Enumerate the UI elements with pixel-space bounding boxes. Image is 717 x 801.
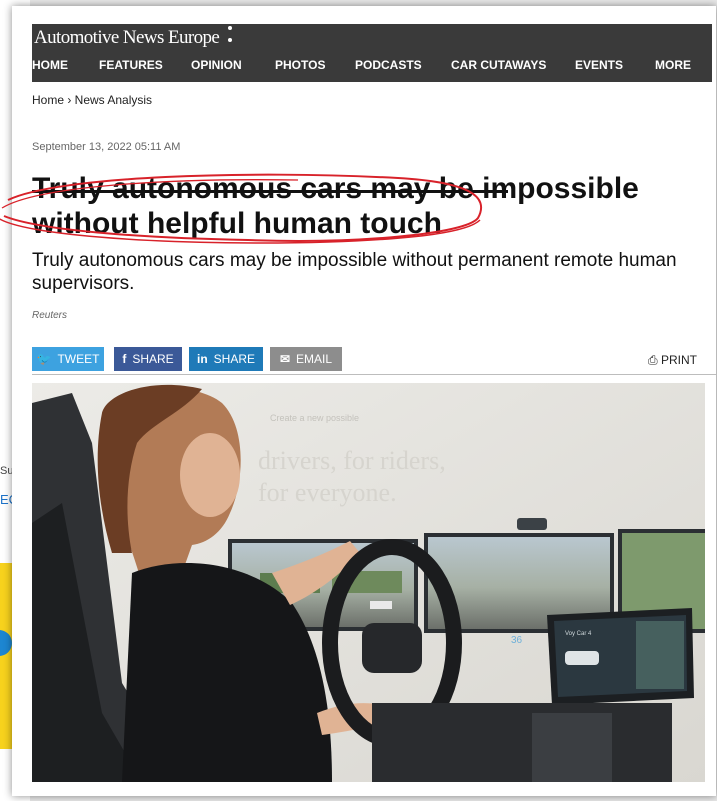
linkedin-share-button[interactable]: in SHARE [189, 347, 263, 371]
logo-dot-icon [228, 26, 232, 30]
nav-events[interactable]: EVENTS [575, 58, 623, 72]
share-bar: 🐦 TWEET f SHARE in SHARE ✉ EMAIL [32, 347, 716, 371]
article-deck: Truly autonomous cars may be impossible … [32, 250, 677, 294]
facebook-icon: f [122, 352, 127, 366]
breadcrumb[interactable]: Home › News Analysis [32, 93, 152, 107]
dash-label: Voy Car 4 [565, 631, 592, 637]
screen-text-1: Create a new possible [270, 413, 359, 423]
tweet-label: TWEET [57, 352, 100, 366]
printer-icon: ⎙ [648, 353, 658, 367]
twitter-icon: 🐦 [36, 352, 52, 366]
hero-illustration: Create a new possible drivers, for rider… [32, 383, 705, 782]
site-header: Automotive News Europe HOME FEATURES OPI… [32, 24, 712, 82]
nav-opinion[interactable]: OPINION [191, 58, 242, 72]
linkedin-icon: in [196, 352, 208, 366]
article-timestamp: September 13, 2022 05:11 AM [32, 141, 181, 153]
nav-home[interactable]: HOME [32, 58, 68, 72]
nav-car-cutaways[interactable]: CAR CUTAWAYS [451, 58, 546, 72]
print-button[interactable]: ⎙ PRINT [648, 353, 697, 368]
nav-more[interactable]: MORE [655, 58, 691, 72]
nav-podcasts[interactable]: PODCASTS [355, 58, 422, 72]
share-divider [32, 374, 716, 375]
nav-features[interactable]: FEATURES [99, 58, 163, 72]
speed-readout: 36 [511, 635, 523, 646]
facebook-share-label: SHARE [132, 352, 174, 366]
screen-text-3: for everyone. [258, 478, 397, 507]
logo-dot-icon [228, 38, 232, 42]
article-source: Reuters [32, 310, 68, 321]
tweet-button[interactable]: 🐦 TWEET [32, 347, 104, 371]
nav-photos[interactable]: PHOTOS [275, 58, 325, 72]
envelope-icon: ✉ [279, 352, 291, 366]
site-logo[interactable]: Automotive News Europe [34, 27, 220, 49]
hero-image: Create a new possible drivers, for rider… [32, 383, 705, 782]
email-button[interactable]: ✉ EMAIL [270, 347, 342, 371]
print-label: PRINT [660, 353, 697, 367]
linkedin-share-label: SHARE [213, 352, 255, 366]
email-label: EMAIL [296, 352, 333, 366]
article-card: Automotive News Europe HOME FEATURES OPI… [0, 6, 716, 796]
facebook-share-button[interactable]: f SHARE [114, 347, 182, 371]
main-nav: HOME FEATURES OPINION PHOTOS PODCASTS CA… [32, 58, 712, 78]
screen-text-2: drivers, for riders, [258, 446, 446, 475]
red-circle-annotation [0, 173, 483, 244]
